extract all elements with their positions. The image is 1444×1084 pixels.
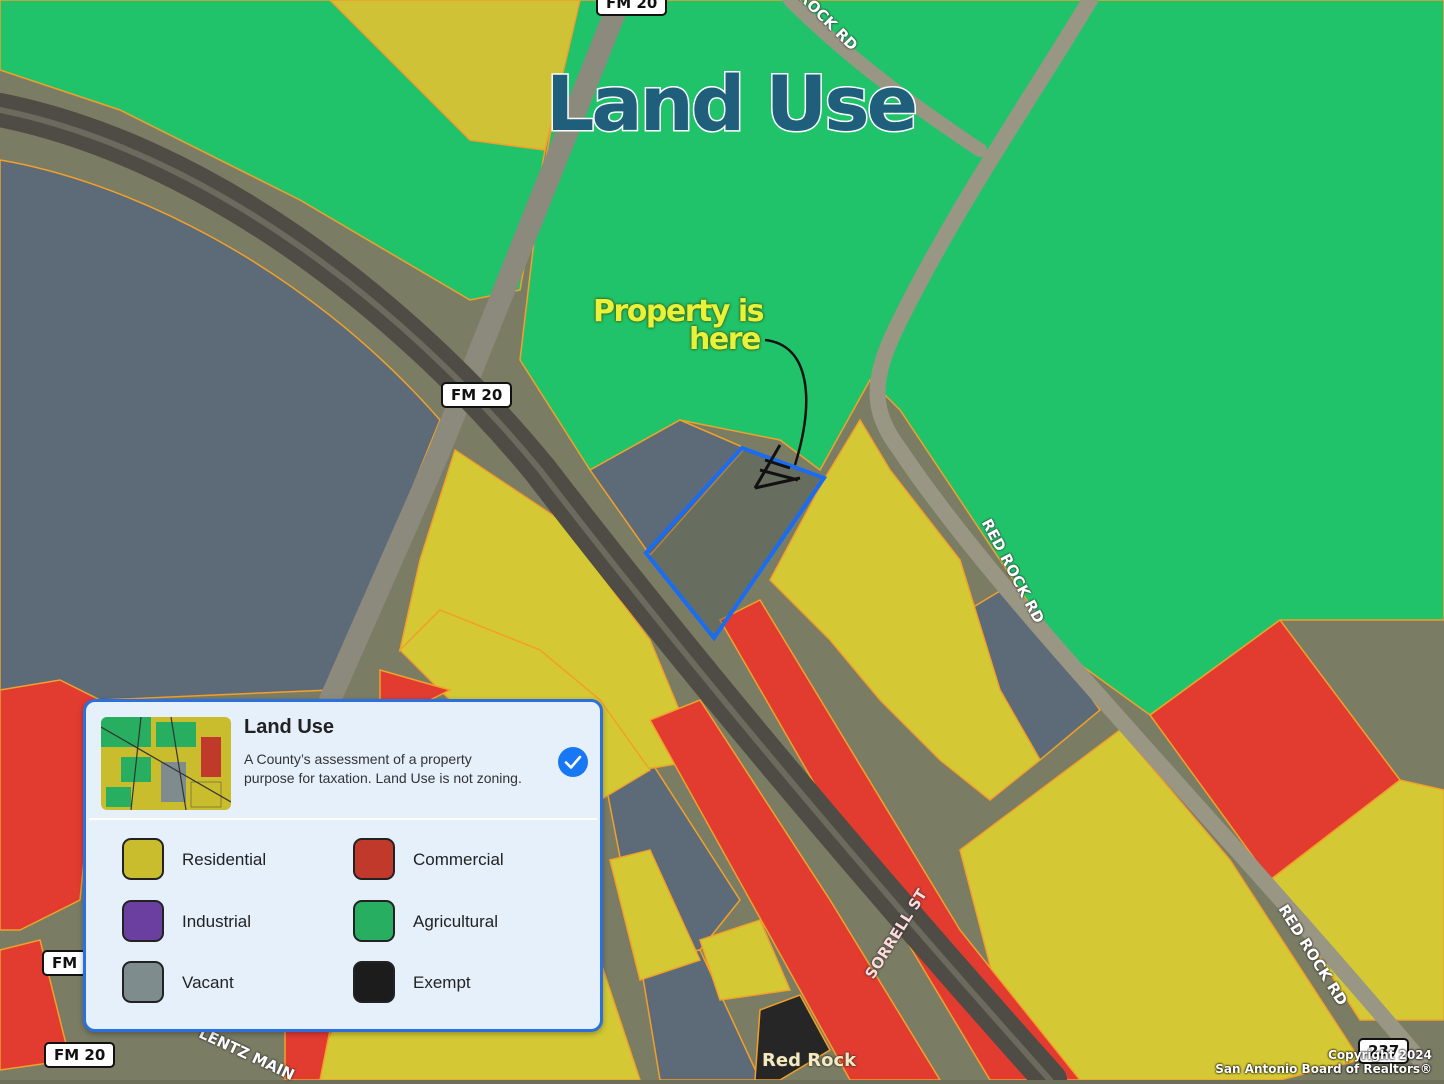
copyright-line-2: San Antonio Board of Realtors® — [1215, 1062, 1432, 1076]
industrial-swatch — [122, 900, 164, 942]
legend-item-label: Residential — [182, 850, 267, 869]
fm20-shield-top: FM 20 — [596, 0, 668, 16]
legend-item-label: Agricultural — [413, 912, 499, 931]
legend-item-label: Vacant — [182, 973, 234, 992]
residential-swatch — [122, 838, 164, 880]
fm20-shield-left: FM — [42, 950, 88, 976]
legend-item-label: Industrial — [182, 912, 251, 931]
commercial-swatch — [353, 838, 395, 880]
fm20-shield-mid: FM 20 — [441, 382, 513, 408]
copyright-line-1: Copyright 2024 — [1328, 1048, 1432, 1062]
land-use-legend-panel: Land Use A County’s assessment of a prop… — [83, 699, 603, 1032]
legend-thumbnail — [101, 717, 231, 810]
vacant-swatch — [122, 961, 164, 1003]
map-title: Land Use — [544, 59, 919, 148]
legend-item-label: Commercial — [413, 850, 504, 869]
copyright-notice: Copyright 2024 San Antonio Board of Real… — [1215, 1048, 1432, 1076]
annotation-line-2: here — [689, 322, 761, 357]
legend-divider — [89, 818, 597, 820]
legend-title: Land Use — [244, 716, 335, 738]
poi-red-rock-label: Red Rock — [762, 1050, 857, 1071]
fm20-shield-bottom: FM 20 — [44, 1042, 116, 1068]
exempt-swatch — [353, 961, 395, 1003]
legend-description: A County’s assessment of a property purp… — [244, 751, 522, 786]
checkmark-icon — [564, 755, 582, 769]
layer-checkbox-checked[interactable] — [558, 747, 588, 777]
legend-item-label: Exempt — [413, 973, 471, 992]
agricultural-swatch — [353, 900, 395, 942]
